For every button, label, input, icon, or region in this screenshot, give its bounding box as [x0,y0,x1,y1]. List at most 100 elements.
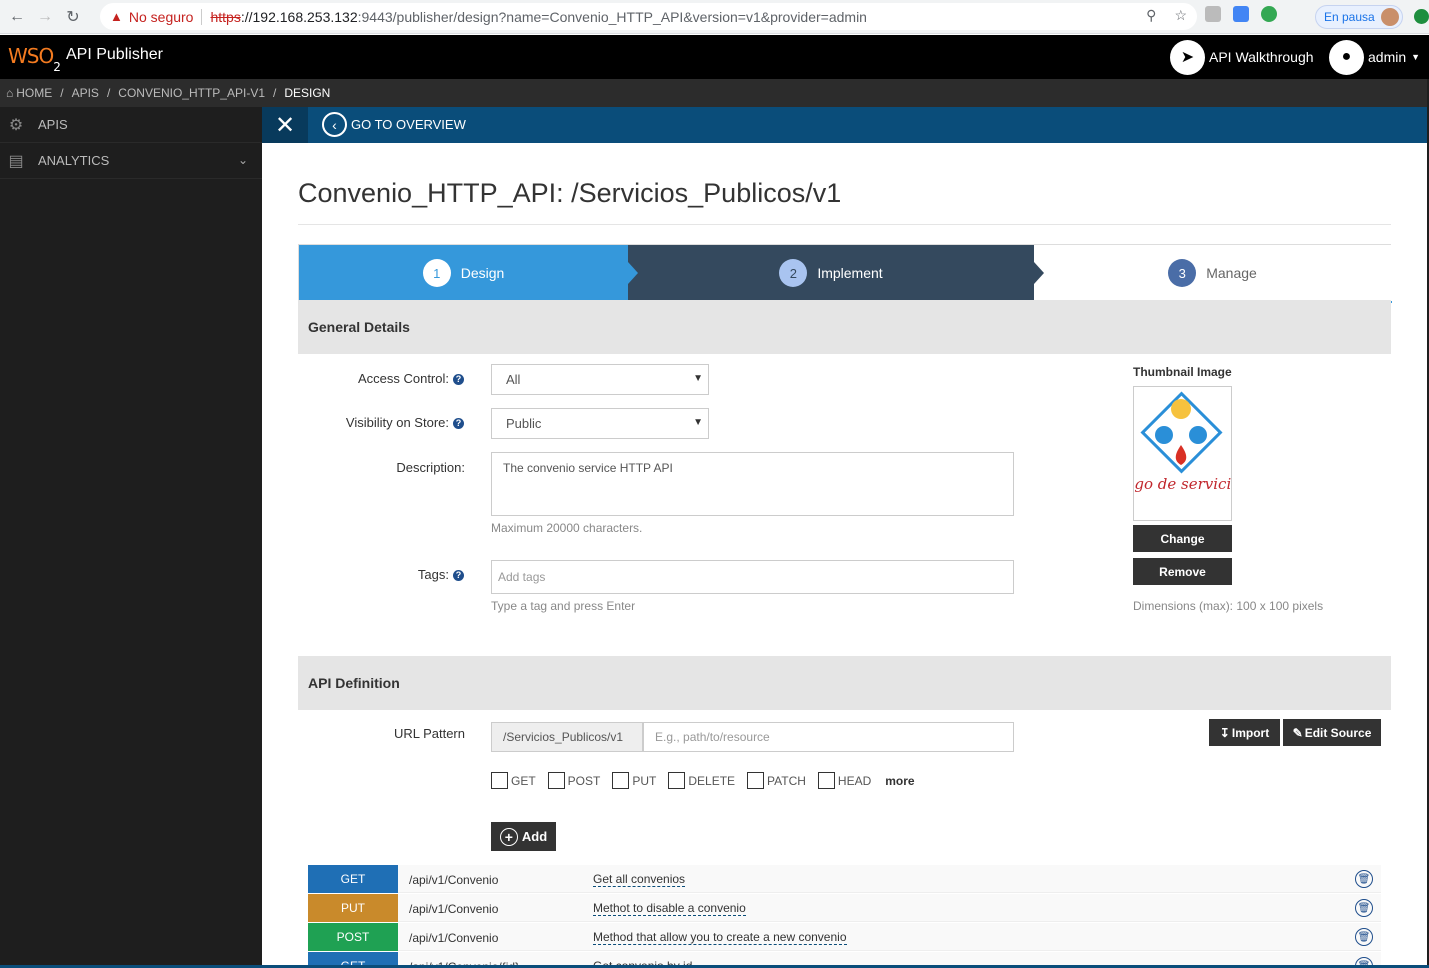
help-icon[interactable]: ? [453,570,464,582]
api-definition-heading: API Definition [298,656,1391,710]
step-implement[interactable]: 2 Implement [628,245,1034,301]
tags-hint: Type a tag and press Enter [491,599,636,613]
caret-down-icon: ▼ [693,417,703,428]
breadcrumb-apis[interactable]: APIS [72,86,99,100]
help-icon[interactable]: ? [453,374,464,386]
page-title: Convenio_HTTP_API: /Servicios_Publicos/v… [298,178,842,208]
thumbnail-text: Pago de servicios [1134,475,1231,493]
reload-icon[interactable]: ↻ [62,6,84,28]
checkbox[interactable] [747,772,765,789]
address-bar[interactable]: ▲ No seguro https://192.168.253.132:9443… [100,3,1197,30]
step-label: Design [460,265,505,281]
update-icon[interactable] [1414,9,1429,24]
tags-input[interactable]: Add tags [491,560,1014,594]
method-put[interactable]: PUT [612,772,656,789]
pencil-icon: ✎ [1292,725,1303,740]
breadcrumb-home[interactable]: HOME [16,86,52,100]
checkbox[interactable] [668,772,686,789]
user-menu-button[interactable]: ● admin ▼ [1329,39,1420,75]
step-number: 2 [779,259,808,287]
step-label: Implement [817,265,883,281]
access-control-select[interactable]: All ▼ [491,364,709,395]
resource-path: /api/v1/Convenio [409,873,499,887]
rocket-icon: ➤ [1170,39,1205,75]
step-design[interactable]: 1 Design [299,245,628,301]
add-resource-button[interactable]: + Add [491,822,556,851]
trash-icon[interactable]: 🗑 [1355,928,1373,946]
method-get[interactable]: GET [491,772,536,789]
pago-servicios-logo: Pago de servicios [1115,391,1248,493]
star-icon[interactable]: ☆ [1174,7,1187,24]
translate-icon[interactable] [1233,6,1249,22]
resource-row[interactable]: POST/api/v1/Convenio Method that allow yo… [308,923,1381,951]
app-title: API Publisher [66,46,163,63]
resource-description[interactable]: Get all convenios [593,872,686,887]
browser-toolbar: ← → ↻ ▲ No seguro https://192.168.253.13… [0,0,1429,34]
gear-icon: ⚙ [8,116,24,134]
history-icon[interactable] [1261,6,1277,22]
step-label: Manage [1206,265,1257,281]
import-button[interactable]: ↧ Import [1209,719,1280,746]
edit-source-button[interactable]: ✎ Edit Source [1283,719,1381,746]
trash-icon[interactable]: 🗑 [1355,899,1373,917]
divider [201,8,203,25]
help-icon[interactable]: ? [453,418,464,430]
checkbox[interactable] [817,772,835,789]
breadcrumb-separator: / [60,86,64,100]
method-head[interactable]: HEAD [817,772,871,789]
change-button[interactable]: Change [1133,525,1232,552]
chevron-down-icon: ⌄ [237,153,248,167]
method-patch[interactable]: PATCH [747,772,806,789]
sidebar-item-apis[interactable]: ⚙ APIS [0,107,262,143]
user-label: admin [1368,49,1407,65]
method-post[interactable]: POST [547,772,600,789]
step-arrow [628,262,638,284]
url-pattern-input[interactable]: E.g., path/to/resource [643,722,1014,752]
chevron-left-icon: ‹ [322,112,347,137]
checkbox[interactable] [612,772,630,789]
more-methods-link[interactable]: more [885,774,914,788]
sidebar-item-analytics[interactable]: ▤ ANALYTICS ⌄ [0,143,262,179]
thumbnail-image: Pago de servicios [1115,386,1248,521]
extension-cube-icon[interactable] [1205,6,1221,22]
breadcrumb-current: DESIGN [284,86,331,100]
resource-path: /api/v1/Convenio [409,931,499,945]
app-header: WSO2 API Publisher ➤ API Walkthrough ● a… [0,35,1429,79]
description-hint: Maximum 20000 characters. [491,521,643,535]
description-label: Description: [396,460,465,475]
content-header: ✕ ‹ GO TO OVERVIEW [262,107,1427,143]
resource-row[interactable]: PUT/api/v1/Convenio Methot to disable a c… [308,894,1381,922]
step-number: 3 [1168,259,1197,287]
visibility-select[interactable]: Public ▼ [491,408,709,439]
wizard-steps: 1 Design 2 Implement 3 Manage [298,244,1392,303]
tags-label: Tags:? [418,567,464,582]
access-control-label: Access Control:? [358,371,464,386]
http-verb-badge: POST [308,923,398,951]
divider [298,224,1391,225]
checkbox[interactable] [547,772,565,789]
go-to-overview-link[interactable]: ‹ GO TO OVERVIEW [322,112,466,137]
close-icon[interactable]: ✕ [262,107,308,143]
description-textarea[interactable]: The convenio service HTTP API [491,452,1014,516]
step-manage[interactable]: 3 Manage [1034,245,1391,301]
resource-description[interactable]: Method that allow you to create a new co… [593,930,847,945]
remove-button[interactable]: Remove [1133,558,1232,585]
sidebar-item-label: APIS [38,117,68,132]
back-arrow-icon[interactable]: ← [6,6,28,28]
zoom-icon[interactable]: ⚲ [1146,7,1156,24]
profile-pause-button[interactable]: En pausa [1315,5,1403,29]
trash-icon[interactable]: 🗑 [1355,870,1373,888]
download-icon: ↧ [1219,725,1230,740]
url-pattern-label: URL Pattern [393,726,465,741]
method-delete[interactable]: DELETE [668,772,735,789]
step-arrow [1034,262,1044,284]
wso2-logo[interactable]: WSO2 [8,44,61,74]
api-walkthrough-button[interactable]: ➤ API Walkthrough [1170,39,1314,75]
visibility-label: Visibility on Store:? [346,415,464,430]
breadcrumb-api[interactable]: CONVENIO_HTTP_API-V1 [118,86,265,100]
home-icon[interactable]: ⌂ [6,86,13,100]
resource-description[interactable]: Methot to disable a convenio [593,901,746,916]
resource-row[interactable]: GET/api/v1/Convenio Get all convenios 🗑 [308,865,1381,893]
forward-arrow-icon[interactable]: → [34,6,56,28]
checkbox[interactable] [491,772,508,789]
